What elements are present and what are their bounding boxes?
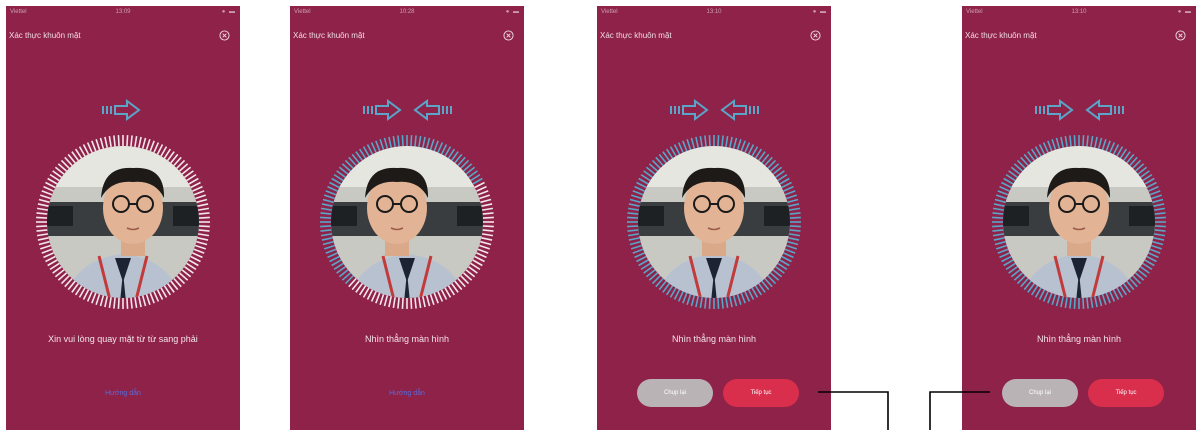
- flow-connector: [818, 391, 990, 430]
